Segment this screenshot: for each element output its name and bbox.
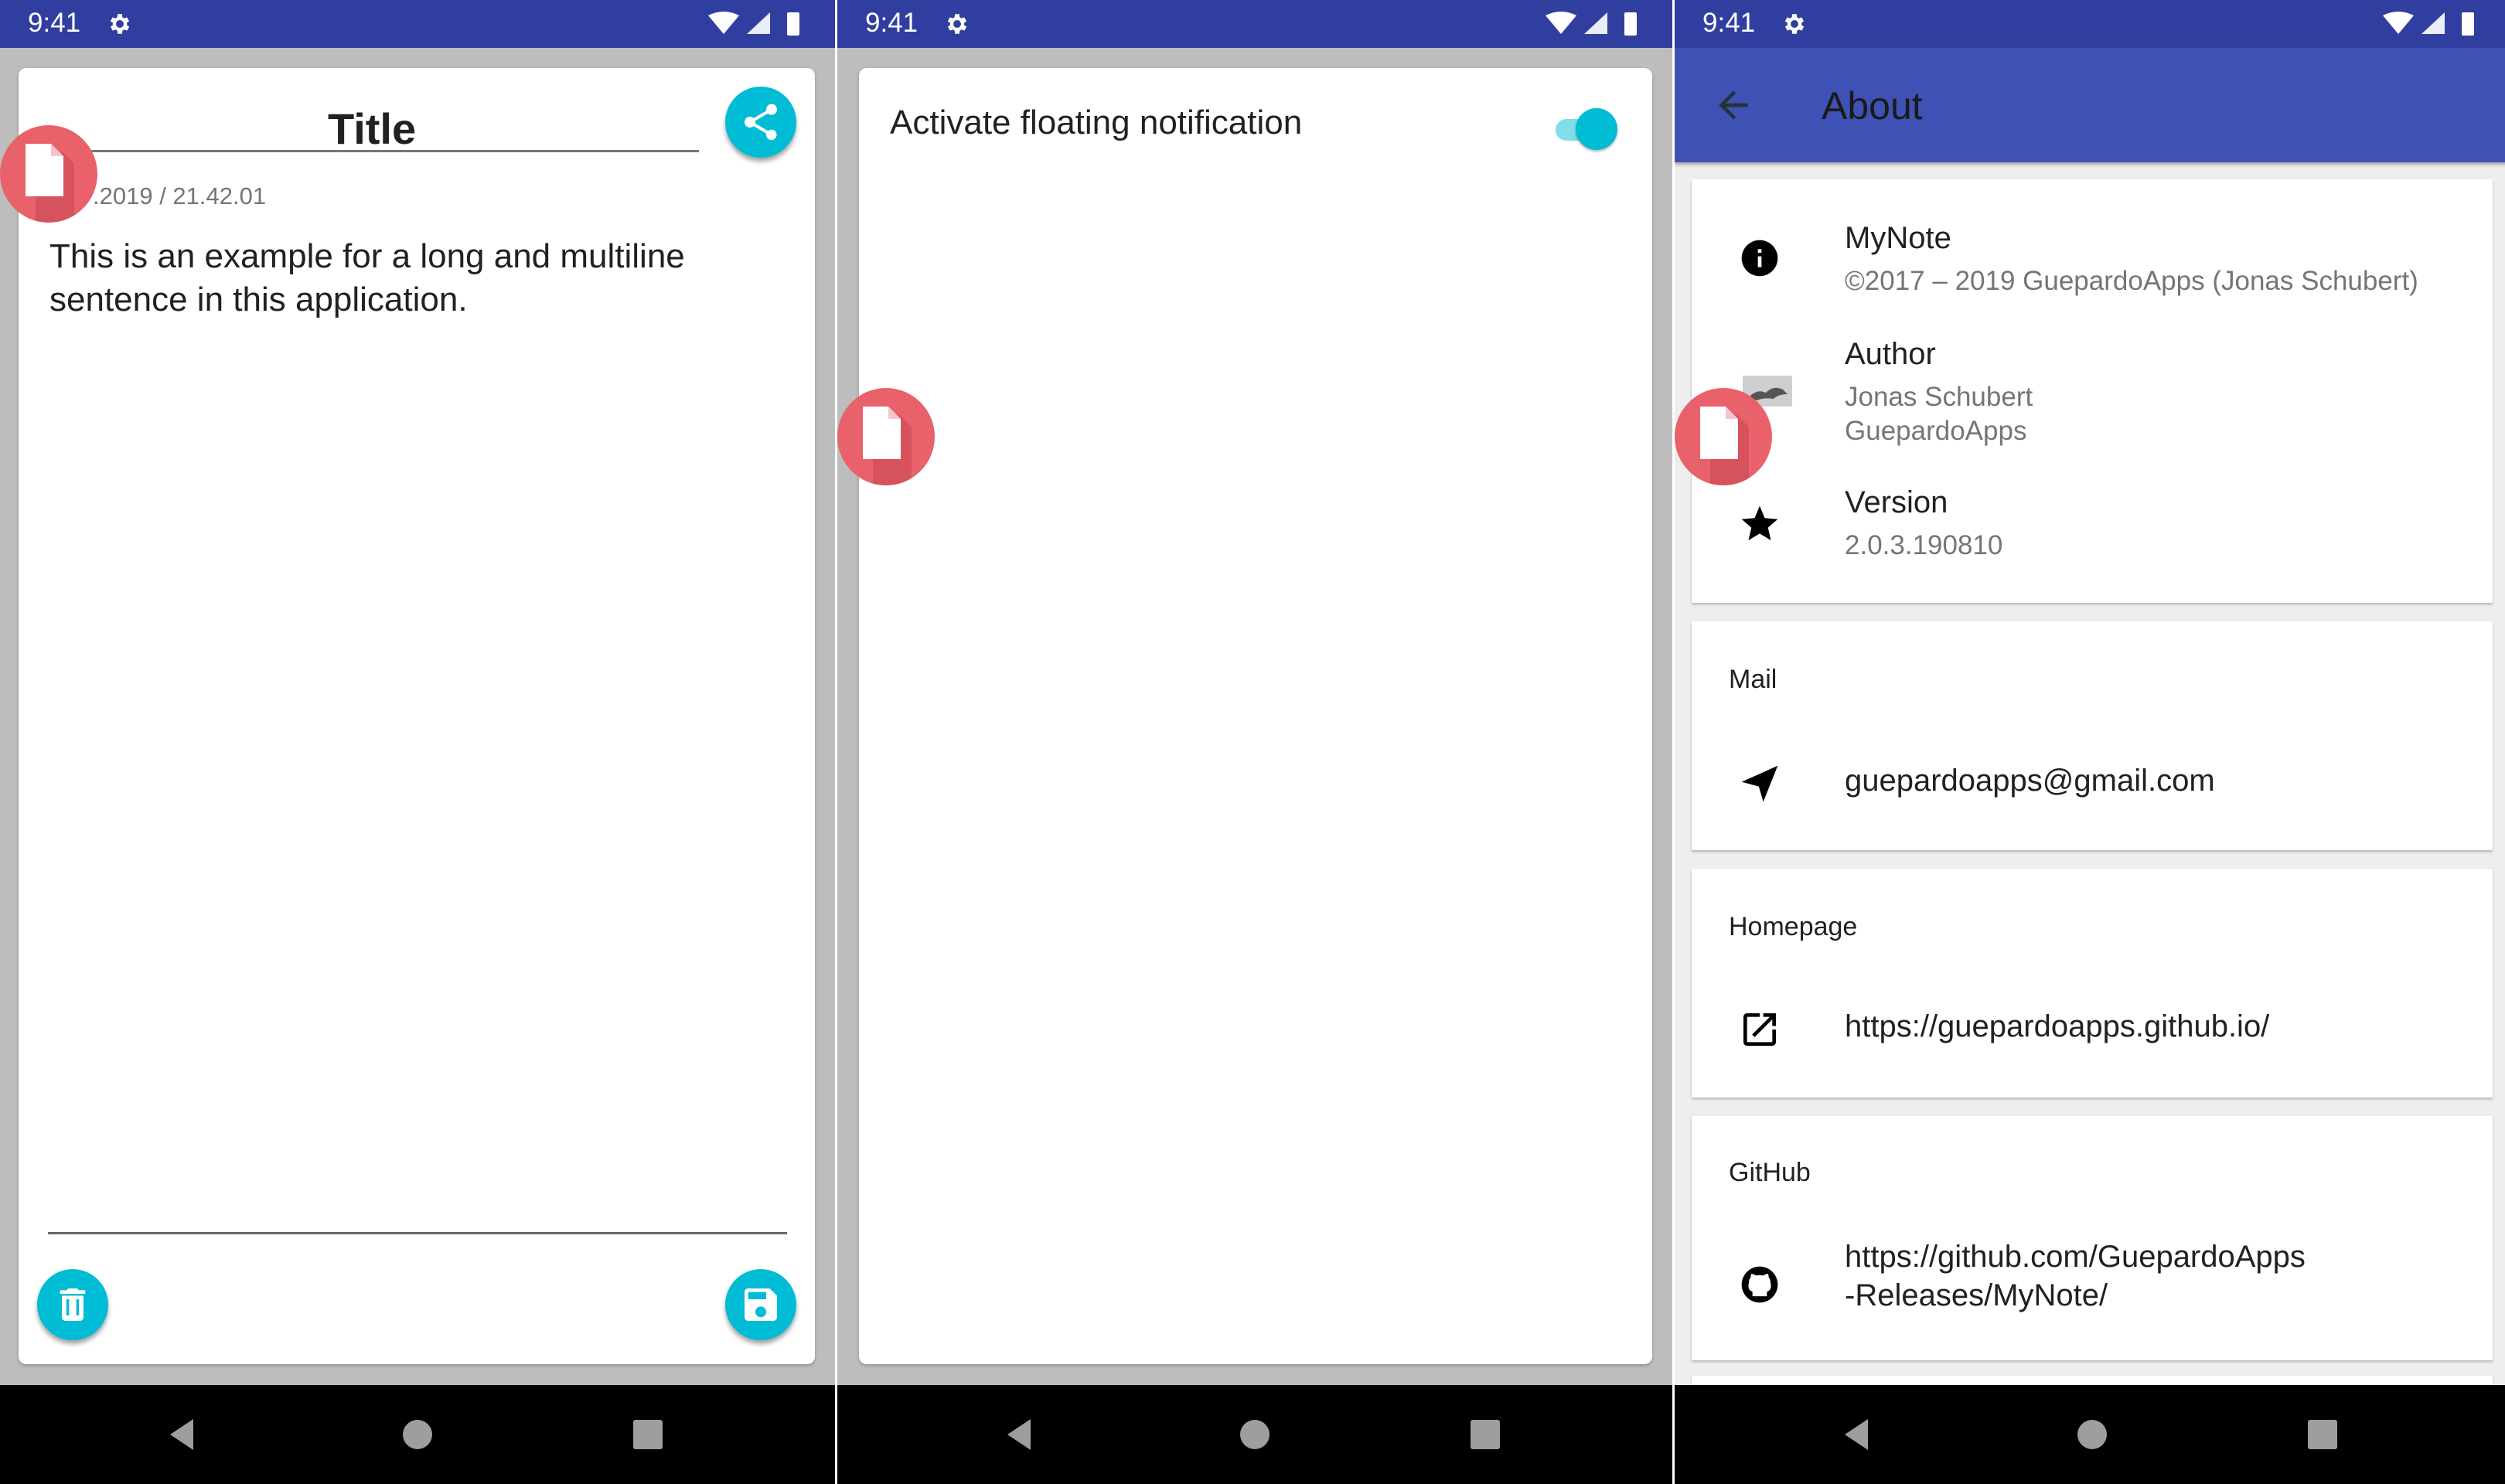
- about-app-bar: About: [1675, 48, 2505, 162]
- signal-icon: [747, 12, 770, 34]
- mail-row[interactable]: guepardoapps@gmail.com: [1692, 737, 2493, 830]
- status-time: 9:41: [28, 8, 81, 38]
- signal-icon: [1584, 12, 1607, 34]
- settings-card: Activate floating notification: [859, 68, 1652, 1364]
- share-icon: [745, 104, 777, 141]
- about-title: About: [1822, 84, 1923, 128]
- battery-icon: [2462, 12, 2474, 36]
- note-title-input[interactable]: Title: [328, 104, 416, 154]
- floating-note-icon: [1700, 407, 1749, 485]
- settings-screen: 9:41 Activate floating notification: [837, 0, 1672, 1484]
- wifi-icon: [1546, 12, 1576, 34]
- nav-home-icon[interactable]: [2070, 1413, 2114, 1456]
- delete-icon: [60, 1288, 86, 1321]
- homepage-row[interactable]: https://guepardoapps.github.io/: [1692, 985, 2493, 1077]
- share-button[interactable]: [725, 87, 796, 158]
- system-nav-bar: [837, 1385, 1672, 1484]
- note-content-input[interactable]: This is an example for a long and multil…: [49, 235, 776, 322]
- app-copyright: ©2017 – 2019 GuepardoApps (Jonas Schuber…: [1845, 266, 2418, 296]
- about-screen: 9:41 About MyNote ©2017 – 2019 GuepardoA…: [1675, 0, 2505, 1484]
- version-label: Version: [1845, 485, 1948, 519]
- wifi-icon: [708, 12, 739, 34]
- settings-icon: [110, 14, 130, 34]
- signal-icon: [2422, 12, 2445, 34]
- settings-icon: [947, 14, 967, 34]
- system-nav-bar: [1675, 1385, 2505, 1484]
- floating-note-icon: [863, 407, 912, 485]
- author-name: Jonas Schubert: [1845, 382, 2033, 412]
- note-date: .2019 / 21.42.01: [93, 182, 267, 209]
- status-bar: 9:41: [1675, 0, 2505, 48]
- open-external-icon: [1743, 1013, 1776, 1046]
- content-underline: [48, 1232, 787, 1234]
- status-bar: 9:41: [0, 0, 835, 48]
- github-header: GitHub: [1729, 1158, 1811, 1187]
- nav-home-icon[interactable]: [396, 1413, 439, 1456]
- github-card: GitHub https://github.com/GuepardoApps -…: [1692, 1116, 2493, 1360]
- battery-icon: [787, 12, 799, 36]
- note-editor-screen: 9:41 Title .2019 / 21.42.01 This is an e…: [0, 0, 835, 1484]
- settings-icon: [1784, 14, 1805, 34]
- homepage-header: Homepage: [1729, 912, 1858, 941]
- mail-card: Mail guepardoapps@gmail.com: [1692, 621, 2493, 850]
- title-underline: [73, 150, 699, 152]
- github-url-line1[interactable]: https://github.com/GuepardoApps: [1845, 1240, 2306, 1275]
- save-icon: [745, 1288, 777, 1321]
- floating-note-bubble[interactable]: [837, 388, 935, 485]
- floating-note-icon: [26, 144, 74, 223]
- wifi-signal-battery-icons: [2383, 12, 2474, 36]
- github-icon: [1741, 1266, 1778, 1303]
- github-url-line2[interactable]: -Releases/MyNote/: [1845, 1278, 2108, 1313]
- system-nav-bar: [0, 1385, 835, 1484]
- app-name: MyNote: [1845, 221, 1951, 255]
- floating-note-bubble[interactable]: [0, 125, 97, 223]
- note-card: Title .2019 / 21.42.01 This is an exampl…: [19, 68, 815, 1364]
- floating-note-bubble[interactable]: [1675, 388, 1772, 485]
- nav-back-icon[interactable]: [162, 1413, 206, 1456]
- delete-button[interactable]: [37, 1269, 108, 1340]
- wifi-signal-battery-icons: [708, 12, 799, 36]
- floating-notification-label: Activate floating notification: [890, 104, 1303, 141]
- star-icon: [1741, 505, 1778, 540]
- github-row[interactable]: https://github.com/GuepardoApps -Release…: [1692, 1232, 2493, 1348]
- battery-icon: [1624, 12, 1637, 36]
- author-company: GuepardoApps: [1845, 416, 2027, 446]
- nav-home-icon[interactable]: [1233, 1413, 1276, 1456]
- author-label: Author: [1845, 337, 1936, 371]
- nav-recents-icon[interactable]: [2301, 1413, 2344, 1456]
- floating-notification-toggle[interactable]: [1552, 107, 1617, 151]
- homepage-card: Homepage https://guepardoapps.github.io/: [1692, 869, 2493, 1098]
- nav-back-icon[interactable]: [1000, 1413, 1043, 1456]
- mail-header: Mail: [1729, 665, 1777, 694]
- homepage-url[interactable]: https://guepardoapps.github.io/: [1845, 1009, 2269, 1044]
- back-arrow-icon[interactable]: [1712, 83, 1755, 127]
- status-bar: 9:41: [837, 0, 1672, 48]
- info-icon: [1741, 240, 1778, 277]
- send-icon: [1741, 765, 1778, 802]
- nav-recents-icon[interactable]: [626, 1413, 670, 1456]
- mail-address[interactable]: guepardoapps@gmail.com: [1845, 764, 2215, 798]
- app-info-card: MyNote ©2017 – 2019 GuepardoApps (Jonas …: [1692, 179, 2493, 603]
- nav-back-icon[interactable]: [1837, 1413, 1880, 1456]
- nav-recents-icon[interactable]: [1464, 1413, 1507, 1456]
- status-time: 9:41: [1702, 8, 1756, 38]
- toggle-thumb: [1576, 108, 1617, 150]
- save-button[interactable]: [725, 1269, 796, 1340]
- wifi-signal-battery-icons: [1546, 12, 1637, 36]
- wifi-icon: [2383, 12, 2414, 34]
- version-value: 2.0.3.190810: [1845, 530, 2003, 560]
- status-time: 9:41: [865, 8, 918, 38]
